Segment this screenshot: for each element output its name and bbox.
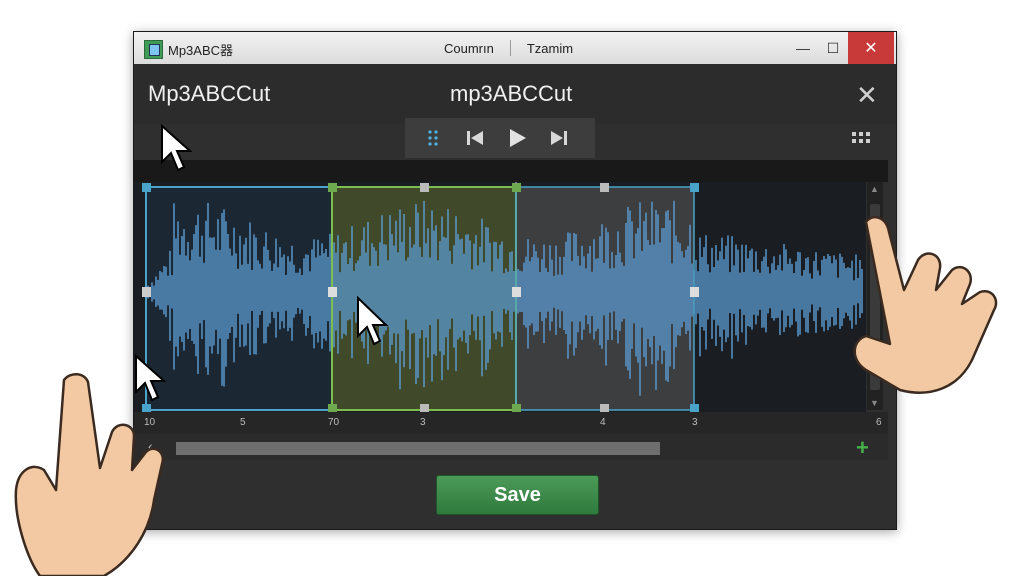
transport-controls [405, 118, 595, 158]
timeline-ruler: 10 5 70 3 4 3 6 [134, 412, 888, 434]
page-title: mp3ABCCut [450, 81, 573, 106]
menu-item-2[interactable]: Tzamim [527, 41, 573, 56]
maximize-button[interactable]: ☐ [818, 32, 848, 64]
save-button[interactable]: Save [436, 475, 599, 515]
waveform-editor[interactable] [134, 182, 866, 412]
hscroll-thumb[interactable] [176, 442, 660, 455]
toolbar-divider [134, 160, 888, 182]
play-icon[interactable] [499, 118, 535, 158]
tick-label: 10 [144, 417, 156, 428]
scroll-down-icon[interactable]: ▼ [870, 398, 879, 408]
waveform-canvas[interactable] [134, 182, 866, 412]
window-title: Mp3ABC器 [168, 43, 234, 58]
horizontal-scrollbar[interactable]: ‹ + [134, 434, 888, 460]
app-logo-icon [144, 40, 163, 59]
scroll-up-icon[interactable]: ▲ [870, 184, 879, 194]
tick-label: 3 [692, 417, 698, 428]
drag-handle-icon[interactable] [415, 118, 451, 158]
menu-bar: Coumrın Tzamim [444, 40, 573, 56]
tick-label: 5 [240, 417, 246, 428]
tick-label: 6 [876, 417, 882, 428]
grid-menu-icon[interactable] [852, 132, 870, 151]
app-window: Mp3ABC器 Coumrın Tzamim — ☐ ✕ Mp3ABCCut m… [133, 31, 897, 530]
window-close-button[interactable]: ✕ [848, 32, 894, 64]
title-bar: Mp3ABC器 Coumrın Tzamim — ☐ ✕ [134, 32, 896, 64]
tick-label: 3 [420, 417, 426, 428]
vertical-scrollbar[interactable]: ▲ ▼ [867, 182, 883, 410]
scroll-thumb[interactable] [870, 204, 880, 390]
menu-item-1[interactable]: Coumrın [444, 41, 494, 56]
dialog-close-button[interactable]: ✕ [856, 80, 878, 111]
minimize-button[interactable]: — [788, 32, 818, 64]
app-header: Mp3ABCCut mp3ABCCut ✕ [134, 64, 896, 124]
tick-label: 4 [600, 417, 606, 428]
skip-forward-icon[interactable] [541, 118, 577, 158]
tick-label: 70 [328, 417, 340, 428]
menu-divider [509, 40, 511, 56]
add-icon[interactable]: + [856, 435, 869, 461]
scroll-left-icon[interactable]: ‹ [148, 438, 153, 454]
skip-back-icon[interactable] [457, 118, 493, 158]
app-name: Mp3ABCCut [148, 81, 271, 106]
